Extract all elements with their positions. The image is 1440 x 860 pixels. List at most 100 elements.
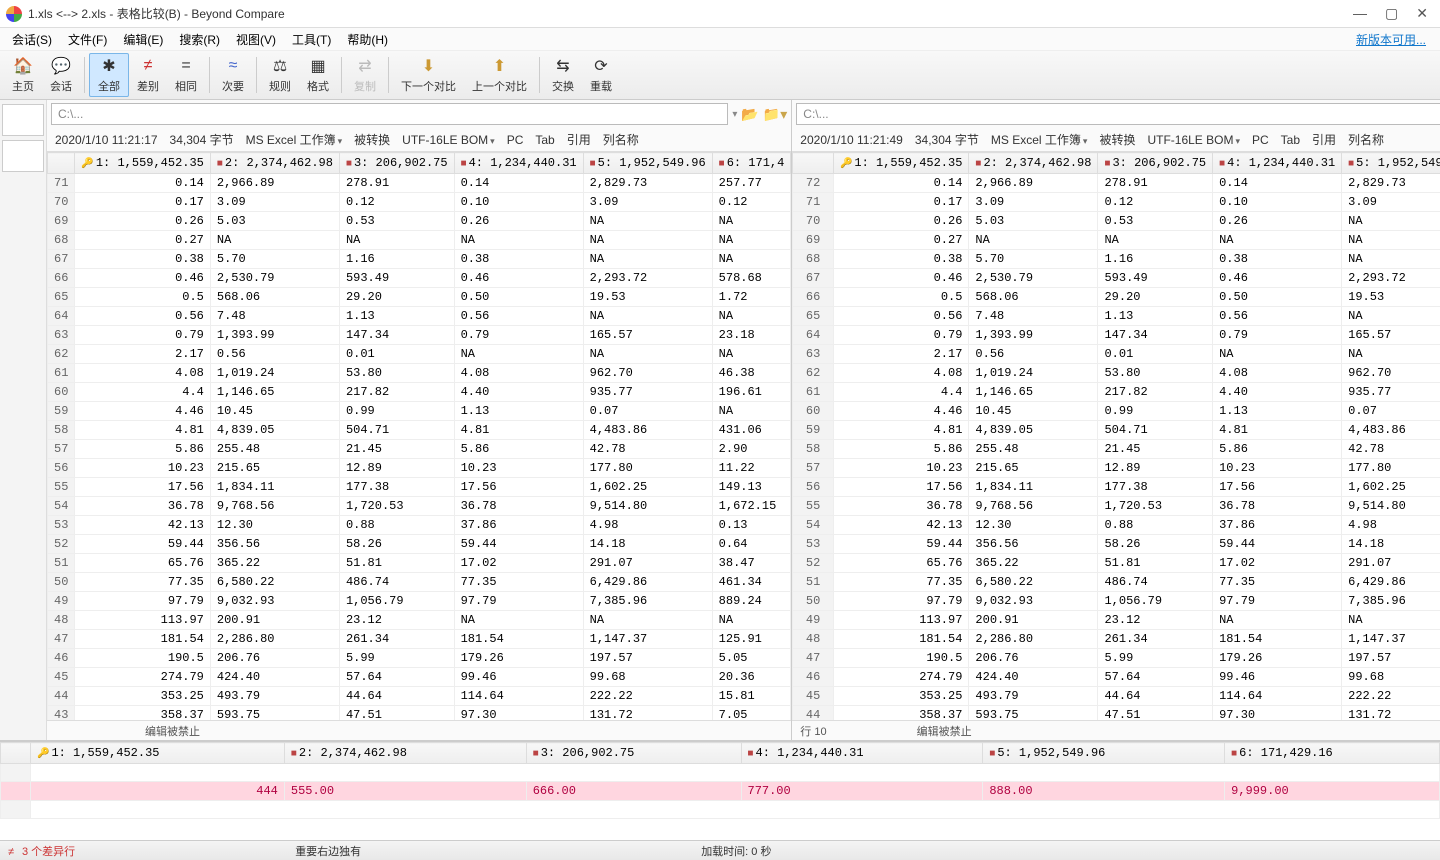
table-row[interactable]: 584.814,839.05504.714.814,483.86431.06 (48, 421, 791, 440)
rules-button[interactable]: ⚖规则 (261, 54, 299, 96)
session-button[interactable]: 💬会话 (42, 54, 80, 96)
col-header[interactable]: ■6: 171,4 (712, 153, 791, 174)
table-row[interactable]: 700.265.030.530.26NANA (793, 212, 1440, 231)
menu-session[interactable]: 会话(S) (4, 29, 60, 50)
chevron-down-icon[interactable]: ▾ (732, 109, 737, 120)
table-row[interactable]: 594.814,839.05504.714.814,483.86431.06 (793, 421, 1440, 440)
table-row[interactable]: 49113.97200.9123.12NANANA (793, 611, 1440, 630)
col-header[interactable]: ■5: 1,952,549.96 (1342, 153, 1440, 174)
table-row[interactable]: 720.142,966.89278.910.142,829.73257.77 (793, 174, 1440, 193)
right-grid[interactable]: 🔑1: 1,559,452.35■2: 2,374,462.98■3: 206,… (792, 152, 1440, 720)
all-filter-button[interactable]: ✱全部 (89, 53, 129, 97)
table-row[interactable]: 48113.97200.9123.12NANANA (48, 611, 791, 630)
table-row[interactable]: 660.462,530.79593.490.462,293.72578.68 (48, 269, 791, 288)
swap-button[interactable]: ⇆交换 (544, 54, 582, 96)
prev-diff-button[interactable]: ⬆上一个对比 (464, 54, 535, 96)
table-row[interactable]: 5265.76365.2251.8117.02291.0738.47 (793, 554, 1440, 573)
maximize-button[interactable]: ▢ (1385, 5, 1398, 22)
table-row[interactable]: 630.791,393.99147.340.79165.5723.18 (48, 326, 791, 345)
right-path-input[interactable]: C:\... (796, 103, 1440, 125)
home-button[interactable]: 🏠主页 (4, 54, 42, 96)
table-row[interactable]: 5436.789,768.561,720.5336.789,514.801,67… (48, 497, 791, 516)
left-path-input[interactable]: C:\... (51, 103, 728, 125)
table-row[interactable]: 5517.561,834.11177.3817.561,602.25149.13 (48, 478, 791, 497)
table-row[interactable]: 650.5568.0629.200.5019.531.72 (48, 288, 791, 307)
thumb-left[interactable] (2, 104, 44, 136)
table-row[interactable]: 5610.23215.6512.8910.23177.8011.22 (48, 459, 791, 478)
update-link[interactable]: 新版本可用... (1348, 29, 1436, 50)
table-row[interactable]: 690.265.030.530.26NANA (48, 212, 791, 231)
table-row[interactable]: 5536.789,768.561,720.5336.789,514.801,67… (793, 497, 1440, 516)
table-row[interactable]: 4997.799,032.931,056.7997.797,385.96889.… (48, 592, 791, 611)
col-header[interactable]: ■3: 206,902.75 (339, 153, 454, 174)
minimize-button[interactable]: — (1353, 5, 1367, 22)
minor-button[interactable]: ≈次要 (214, 54, 252, 96)
next-diff-button[interactable]: ⬇下一个对比 (393, 54, 464, 96)
table-row[interactable]: 632.170.560.01NANANA (793, 345, 1440, 364)
col-header[interactable]: ■5: 1,952,549.96 (583, 153, 712, 174)
table-row[interactable]: 575.86255.4821.455.8642.782.90 (48, 440, 791, 459)
table-row[interactable]: 710.142,966.89278.910.142,829.73257.77 (48, 174, 791, 193)
table-row[interactable]: 614.081,019.2453.804.08962.7046.38 (48, 364, 791, 383)
table-row[interactable]: 46190.5206.765.99179.26197.575.05 (48, 649, 791, 668)
table-row[interactable]: 604.41,146.65217.824.40935.77196.61 (48, 383, 791, 402)
col-header[interactable]: ■5: 1,952,549.96 (983, 743, 1225, 764)
format-button[interactable]: ▦格式 (299, 54, 337, 96)
table-row[interactable]: 45274.79424.4057.6499.4699.6820.36 (48, 668, 791, 687)
table-row[interactable]: 5097.799,032.931,056.7997.797,385.96889.… (793, 592, 1440, 611)
menu-view[interactable]: 视图(V) (228, 29, 284, 50)
thumb-right[interactable] (2, 140, 44, 172)
table-row[interactable]: 594.4610.450.991.130.07NA (48, 402, 791, 421)
table-row[interactable]: 700.173.090.120.103.090.12 (48, 193, 791, 212)
table-row[interactable]: 640.567.481.130.56NANA (48, 307, 791, 326)
menu-edit[interactable]: 编辑(E) (115, 29, 171, 50)
table-row[interactable]: 5710.23215.6512.8910.23177.8011.22 (793, 459, 1440, 478)
table-row[interactable]: 680.385.701.160.38NANA (793, 250, 1440, 269)
menu-file[interactable]: 文件(F) (60, 29, 115, 50)
table-row[interactable]: 44353.25493.7944.64114.64222.2215.81 (48, 687, 791, 706)
reload-button[interactable]: ⟳重载 (582, 54, 620, 96)
table-row[interactable]: 5077.356,580.22486.7477.356,429.86461.34 (48, 573, 791, 592)
col-header[interactable]: ■4: 1,234,440.31 (1213, 153, 1342, 174)
menu-tools[interactable]: 工具(T) (284, 29, 339, 50)
table-row[interactable]: 47181.542,286.80261.34181.541,147.37125.… (48, 630, 791, 649)
table-row[interactable]: 604.4610.450.991.130.07NA (793, 402, 1440, 421)
col-header[interactable]: 🔑1: 1,559,452.35 (833, 153, 968, 174)
menu-search[interactable]: 搜索(R) (171, 29, 228, 50)
table-row[interactable]: 5177.356,580.22486.7477.356,429.86461.34 (793, 573, 1440, 592)
table-row[interactable]: 650.567.481.130.56NANA (793, 307, 1440, 326)
table-row[interactable]: 660.5568.0629.200.5019.531.72 (793, 288, 1440, 307)
table-row[interactable]: 5259.44356.5658.2659.4414.180.64 (48, 535, 791, 554)
open-folder-icon[interactable]: 📂 (741, 106, 758, 123)
table-row[interactable]: 670.385.701.160.38NANA (48, 250, 791, 269)
table-row[interactable]: 614.41,146.65217.824.40935.77196.61 (793, 383, 1440, 402)
table-row[interactable]: 690.27NANANANANA (793, 231, 1440, 250)
left-grid[interactable]: 🔑1: 1,559,452.35■2: 2,374,462.98■3: 206,… (47, 152, 791, 720)
table-row[interactable]: 43358.37593.7547.5197.30131.727.05 (48, 706, 791, 721)
col-header[interactable]: ■3: 206,902.75 (526, 743, 741, 764)
col-header[interactable]: 🔑1: 1,559,452.35 (31, 743, 285, 764)
table-row[interactable]: 44358.37593.7547.5197.30131.727.05 (793, 706, 1440, 721)
col-header[interactable]: ■3: 206,902.75 (1098, 153, 1213, 174)
diff-filter-button[interactable]: ≠差别 (129, 54, 167, 96)
table-row[interactable]: 5165.76365.2251.8117.02291.0738.47 (48, 554, 791, 573)
table-row[interactable]: 622.170.560.01NANANA (48, 345, 791, 364)
table-row[interactable]: 710.173.090.120.103.090.12 (793, 193, 1440, 212)
table-row[interactable]: 46274.79424.4057.6499.4699.6820.36 (793, 668, 1440, 687)
close-button[interactable]: ✕ (1416, 5, 1428, 22)
table-row[interactable]: 680.27NANANANANA (48, 231, 791, 250)
table-row[interactable]: 48181.542,286.80261.34181.541,147.37125.… (793, 630, 1440, 649)
menu-help[interactable]: 帮助(H) (339, 29, 396, 50)
table-row[interactable]: 670.462,530.79593.490.462,293.72578.68 (793, 269, 1440, 288)
col-header[interactable]: ■2: 2,374,462.98 (210, 153, 339, 174)
col-header[interactable]: ■2: 2,374,462.98 (284, 743, 526, 764)
table-row[interactable]: 5342.1312.300.8837.864.980.13 (48, 516, 791, 535)
table-row[interactable]: 640.791,393.99147.340.79165.5723.18 (793, 326, 1440, 345)
col-header[interactable]: ■4: 1,234,440.31 (741, 743, 983, 764)
bottom-grid[interactable]: 🔑1: 1,559,452.35■2: 2,374,462.98■3: 206,… (0, 742, 1440, 819)
table-row[interactable]: 5442.1312.300.8837.864.980.13 (793, 516, 1440, 535)
diff-row[interactable]: 444555.00666.00777.00888.009,999.00 (1, 782, 1440, 801)
col-header[interactable]: ■4: 1,234,440.31 (454, 153, 583, 174)
table-row[interactable]: 5617.561,834.11177.3817.561,602.25149.13 (793, 478, 1440, 497)
table-row[interactable]: 45353.25493.7944.64114.64222.2215.81 (793, 687, 1440, 706)
